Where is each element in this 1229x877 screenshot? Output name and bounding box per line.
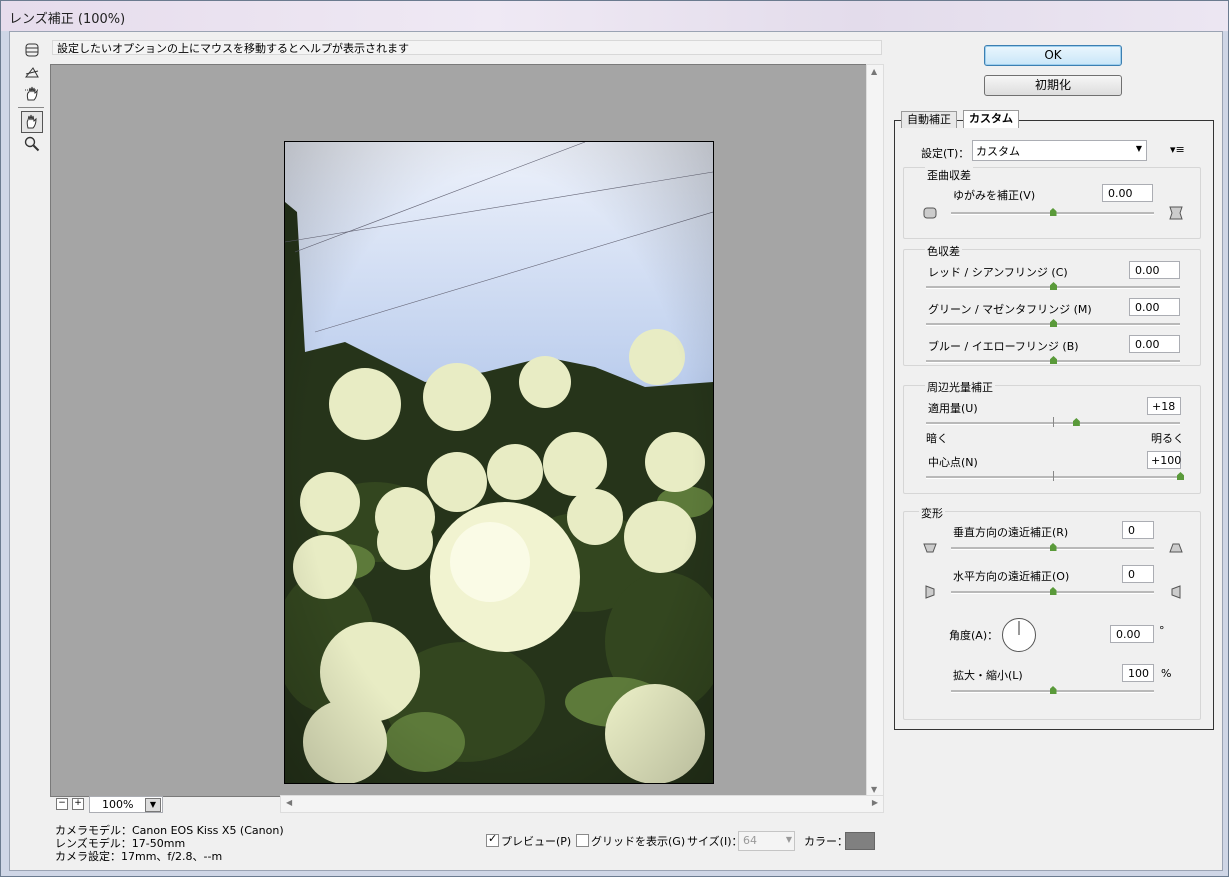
vignette-title: 周辺光量補正 (925, 379, 995, 395)
scroll-left-icon[interactable]: ◀ (286, 798, 292, 807)
red-cyan-label: レッド / シアンフリンジ (C) (928, 266, 1068, 279)
remove-distortion-label: ゆがみを補正(V) (953, 189, 1036, 202)
settings-select[interactable]: カスタム ▼ (972, 140, 1147, 161)
check-icon: ✓ (488, 832, 498, 845)
size-select[interactable]: 64 ▼ (738, 831, 795, 851)
chromatic-aberration-title: 色収差 (925, 243, 962, 259)
distortion-title: 歪曲収差 (925, 167, 973, 183)
angle-dial[interactable] (1001, 617, 1037, 653)
vignette-midpoint-label: 中心点(N) (928, 456, 978, 469)
zoom-in-button[interactable]: + (72, 798, 84, 810)
toolbar-divider (18, 107, 44, 108)
preview-checkbox[interactable]: ✓ (486, 832, 499, 847)
pincushion-icon (923, 206, 937, 220)
vertical-perspective-field[interactable]: 0 (1122, 521, 1154, 539)
angle-label: 角度(A)： (949, 629, 999, 642)
settings-label: 設定(T)： (921, 147, 970, 160)
straighten-tool-icon[interactable] (22, 62, 42, 82)
scroll-right-icon[interactable]: ▶ (872, 798, 878, 807)
grid-label: グリッドを表示(G) (591, 835, 686, 848)
scale-label: 拡大・縮小(L) (953, 669, 1023, 682)
scale-unit: % (1161, 667, 1172, 680)
zoom-level-select[interactable]: 100% ▼ (89, 796, 163, 813)
horizontal-perspective-icon (1169, 585, 1183, 599)
zoom-out-button[interactable]: − (56, 798, 68, 810)
zoom-tool-icon[interactable] (22, 134, 42, 154)
grid-color-swatch[interactable] (845, 832, 875, 850)
reset-button[interactable]: 初期化 (984, 75, 1122, 96)
vertical-perspective-icon (923, 541, 937, 555)
horizontal-scrollbar[interactable]: ◀ ▶ (280, 795, 884, 813)
center-tick (1053, 471, 1054, 481)
red-cyan-field[interactable]: 0.00 (1129, 261, 1180, 279)
center-tick (1053, 417, 1054, 427)
size-value: 64 (743, 834, 757, 847)
tab-custom[interactable]: カスタム (963, 110, 1019, 128)
dialog-body: 設定したいオプションの上にマウスを移動するとヘルプが表示されます ▲ ▼ ◀ ▶… (9, 31, 1223, 871)
title-bar: レンズ補正 (100%) (1, 1, 1228, 31)
scroll-down-icon[interactable]: ▼ (871, 785, 877, 794)
horizontal-perspective-slider[interactable] (951, 587, 1154, 595)
chevron-down-icon[interactable]: ▼ (145, 798, 161, 812)
zoom-level-value: 100% (102, 798, 134, 811)
move-grid-tool-icon[interactable] (22, 84, 42, 104)
vertical-perspective-icon (1169, 541, 1183, 555)
preview-label: プレビュー(P) (501, 835, 572, 848)
vignette-amount-field[interactable]: +18 (1147, 397, 1181, 415)
scroll-up-icon[interactable]: ▲ (871, 67, 877, 76)
vignette-amount-label: 適用量(U) (928, 402, 978, 415)
horizontal-perspective-label: 水平方向の遠近補正(O) (953, 570, 1070, 583)
scale-field[interactable]: 100 (1122, 664, 1154, 682)
scale-slider[interactable] (951, 686, 1154, 694)
lens-correction-window: レンズ補正 (100%) 設定したいオプションの上にマウスを移動するとヘルプが表… (0, 0, 1229, 877)
lighten-label: 明るく (1151, 432, 1184, 445)
horizontal-perspective-icon (923, 585, 937, 599)
remove-distortion-slider[interactable] (951, 208, 1154, 216)
vignette-amount-slider[interactable] (926, 417, 1180, 427)
tab-auto-correction[interactable]: 自動補正 (901, 111, 957, 128)
vignette-midpoint-slider[interactable] (926, 471, 1184, 481)
transform-title: 変形 (919, 505, 945, 521)
window-title: レンズ補正 (100%) (9, 12, 126, 27)
vertical-scrollbar[interactable]: ▲ ▼ (866, 64, 884, 797)
green-magenta-label: グリーン / マゼンタフリンジ (M) (928, 303, 1092, 316)
horizontal-perspective-field[interactable]: 0 (1122, 565, 1154, 583)
settings-value: カスタム (976, 145, 1020, 158)
vertical-perspective-slider[interactable] (951, 543, 1154, 551)
help-text-bar: 設定したいオプションの上にマウスを移動するとヘルプが表示されます (52, 40, 882, 55)
grid-checkbox[interactable] (576, 834, 589, 847)
blue-yellow-field[interactable]: 0.00 (1129, 335, 1180, 353)
settings-panel: 自動補正 カスタム 設定(T)： カスタム ▼ ▾≡ 歪曲収差 ゆがみを補正(V… (894, 110, 1214, 730)
preview-image (284, 141, 714, 784)
hand-tool-icon[interactable] (21, 111, 43, 133)
vignette-midpoint-field[interactable]: +100 (1147, 451, 1181, 469)
red-cyan-slider[interactable] (926, 282, 1180, 290)
green-magenta-slider[interactable] (926, 319, 1180, 327)
vertical-perspective-label: 垂直方向の遠近補正(R) (953, 526, 1069, 539)
angle-field[interactable]: 0.00 (1110, 625, 1154, 643)
remove-distortion-tool-icon[interactable] (22, 40, 42, 60)
blue-yellow-label: ブルー / イエローフリンジ (B) (928, 340, 1079, 353)
chevron-down-icon: ▼ (785, 835, 792, 844)
blue-yellow-slider[interactable] (926, 356, 1180, 364)
size-label: サイズ(I)： (687, 835, 743, 848)
barrel-icon (1169, 206, 1183, 220)
preview-canvas[interactable] (50, 64, 868, 797)
angle-unit: ° (1159, 624, 1165, 637)
color-label: カラー： (804, 835, 848, 848)
settings-menu-icon[interactable]: ▾≡ (1170, 143, 1185, 156)
camera-settings-text: カメラ設定：17mm、f/2.8、--m (55, 850, 223, 863)
ok-button[interactable]: OK (984, 45, 1122, 66)
chevron-down-icon: ▼ (1135, 144, 1142, 153)
green-magenta-field[interactable]: 0.00 (1129, 298, 1180, 316)
remove-distortion-field[interactable]: 0.00 (1102, 184, 1153, 202)
darken-label: 暗く (926, 432, 948, 445)
